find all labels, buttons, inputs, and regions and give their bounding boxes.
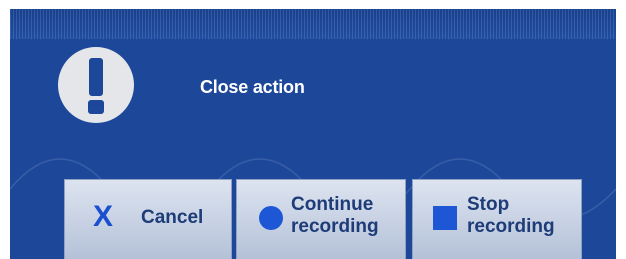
header-strip [10, 9, 616, 39]
cancel-button[interactable]: X Cancel [64, 179, 232, 259]
stop-recording-button[interactable]: Stop recording [412, 179, 582, 259]
dialog-title: Close action [200, 77, 305, 97]
close-action-dialog: Close action X Cancel Continue recording… [10, 9, 616, 259]
continue-recording-button[interactable]: Continue recording [236, 179, 406, 259]
record-circle-icon [259, 206, 283, 230]
continue-recording-label: Continue recording [291, 194, 379, 237]
cancel-label: Cancel [141, 207, 204, 228]
exclamation-icon [58, 47, 134, 123]
stop-square-icon [433, 206, 457, 230]
x-icon: X [93, 200, 114, 233]
stop-recording-label: Stop recording [467, 194, 555, 237]
